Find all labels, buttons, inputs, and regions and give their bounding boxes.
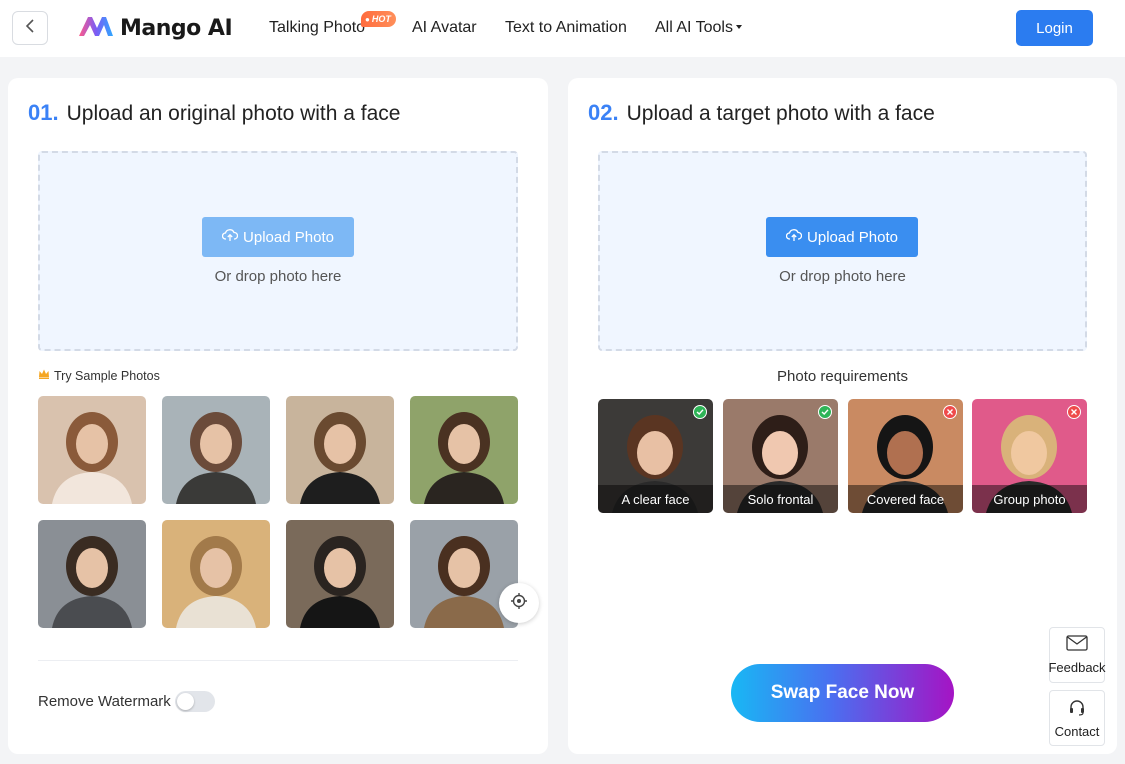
nav-all-ai-tools-label: All AI Tools bbox=[655, 19, 733, 36]
step-2-title: 02. Upload a target photo with a face bbox=[588, 100, 935, 126]
nav-text-to-animation[interactable]: Text to Animation bbox=[505, 19, 627, 37]
cloud-upload-icon bbox=[785, 228, 803, 246]
step-title-text: Upload an original photo with a face bbox=[66, 102, 401, 125]
back-button[interactable] bbox=[12, 11, 48, 45]
upload-target-button[interactable]: Upload Photo bbox=[766, 217, 918, 257]
upload-button-label: Upload Photo bbox=[807, 228, 898, 246]
requirement-caption: Solo frontal bbox=[723, 485, 838, 513]
drop-hint: Or drop photo here bbox=[214, 268, 342, 285]
sample-photos-label: Try Sample Photos bbox=[38, 368, 160, 383]
cross-icon bbox=[943, 405, 957, 419]
sample-label-text: Try Sample Photos bbox=[54, 368, 160, 383]
remove-watermark-toggle[interactable] bbox=[175, 691, 215, 712]
chevron-left-icon bbox=[24, 18, 36, 39]
mail-icon bbox=[1066, 635, 1088, 654]
swap-face-button[interactable]: Swap Face Now bbox=[731, 664, 954, 722]
brand-logo[interactable]: Mango AI bbox=[78, 12, 233, 44]
sample-photo[interactable] bbox=[38, 396, 146, 504]
top-navbar: Mango AI Talking Photo ● HOT AI Avatar T… bbox=[0, 0, 1125, 57]
sample-photo[interactable] bbox=[410, 396, 518, 504]
feedback-button[interactable]: Feedback bbox=[1048, 627, 1106, 683]
logo-text: Mango AI bbox=[120, 15, 233, 41]
original-photo-panel: 01. Upload an original photo with a face… bbox=[8, 78, 548, 754]
headset-icon bbox=[1068, 699, 1086, 720]
requirement-card: Covered face bbox=[848, 399, 963, 513]
requirement-card: A clear face bbox=[598, 399, 713, 513]
nav-talking-photo[interactable]: Talking Photo bbox=[269, 19, 365, 37]
nav-ai-avatar[interactable]: AI Avatar bbox=[412, 19, 477, 37]
requirement-card: Group photo bbox=[972, 399, 1087, 513]
sample-photo[interactable] bbox=[162, 520, 270, 628]
crown-icon bbox=[38, 368, 50, 383]
check-icon bbox=[693, 405, 707, 419]
remove-watermark-label: Remove Watermark bbox=[38, 693, 171, 710]
hot-badge-label: HOT bbox=[371, 14, 391, 24]
contact-label: Contact bbox=[1054, 724, 1100, 739]
requirement-card: Solo frontal bbox=[723, 399, 838, 513]
check-icon bbox=[818, 405, 832, 419]
mango-logo-icon bbox=[78, 14, 114, 43]
toggle-knob bbox=[177, 693, 194, 710]
step-1-title: 01. Upload an original photo with a face bbox=[28, 100, 400, 126]
step-number: 02. bbox=[588, 100, 619, 125]
cross-icon bbox=[1067, 405, 1081, 419]
hot-badge: ● HOT bbox=[361, 11, 396, 27]
sample-photo[interactable] bbox=[286, 520, 394, 628]
requirement-caption: A clear face bbox=[598, 485, 713, 513]
photo-requirements-title: Photo requirements bbox=[777, 368, 908, 385]
feedback-label: Feedback bbox=[1048, 660, 1106, 675]
step-number: 01. bbox=[28, 100, 59, 125]
step-title-text: Upload a target photo with a face bbox=[626, 102, 935, 125]
requirement-caption: Covered face bbox=[848, 485, 963, 513]
locate-button[interactable] bbox=[499, 583, 539, 623]
target-photo-panel: 02. Upload a target photo with a face Up… bbox=[568, 78, 1117, 754]
sample-photo[interactable] bbox=[38, 520, 146, 628]
caret-down-icon bbox=[735, 24, 742, 29]
target-photo-dropzone[interactable]: Upload Photo Or drop photo here bbox=[598, 151, 1087, 351]
login-button[interactable]: Login bbox=[1016, 10, 1093, 46]
original-photo-dropzone[interactable]: Upload Photo Or drop photo here bbox=[38, 151, 518, 351]
crosshair-icon bbox=[510, 592, 528, 615]
requirement-caption: Group photo bbox=[972, 485, 1087, 513]
contact-button[interactable]: Contact bbox=[1049, 690, 1105, 746]
cloud-upload-icon bbox=[221, 228, 239, 246]
nav-all-ai-tools[interactable]: All AI Tools bbox=[655, 19, 742, 37]
drop-hint: Or drop photo here bbox=[779, 268, 906, 285]
sample-photo[interactable] bbox=[162, 396, 270, 504]
upload-original-button[interactable]: Upload Photo bbox=[202, 217, 354, 257]
divider bbox=[38, 660, 518, 661]
sample-photo[interactable] bbox=[286, 396, 394, 504]
upload-button-label: Upload Photo bbox=[243, 228, 334, 246]
fire-icon: ● bbox=[365, 14, 370, 24]
